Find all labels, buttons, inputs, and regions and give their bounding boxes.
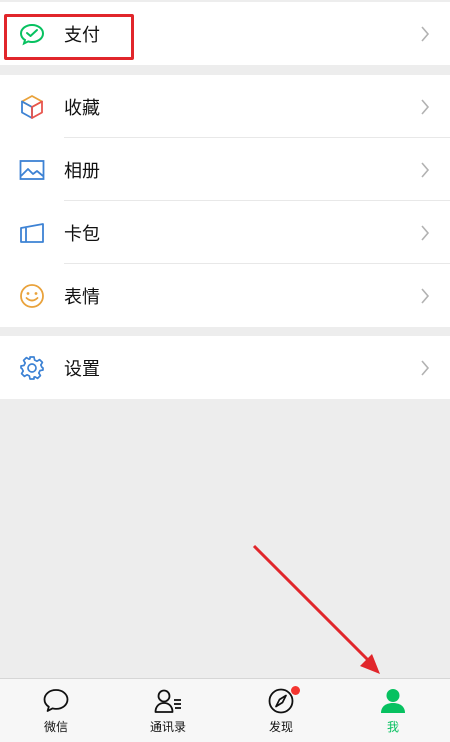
chat-bubble-icon <box>41 687 71 715</box>
tab-discover-label: 发现 <box>268 720 293 734</box>
tab-chats[interactable]: 微信 <box>0 679 112 742</box>
tab-contacts-label: 通讯录 <box>149 720 186 734</box>
tab-me[interactable]: 我 <box>337 679 449 742</box>
contacts-icon <box>153 687 183 715</box>
person-icon <box>378 687 408 715</box>
bottom-tab-bar: 微信 通讯录 发现 我 <box>0 678 450 742</box>
tab-discover[interactable]: 发现 <box>225 679 337 742</box>
notification-dot <box>291 686 300 695</box>
tab-chats-label: 微信 <box>43 720 68 734</box>
tab-contacts[interactable]: 通讯录 <box>112 679 224 742</box>
tab-me-label: 我 <box>386 720 399 734</box>
annotation-arrow <box>252 544 380 674</box>
